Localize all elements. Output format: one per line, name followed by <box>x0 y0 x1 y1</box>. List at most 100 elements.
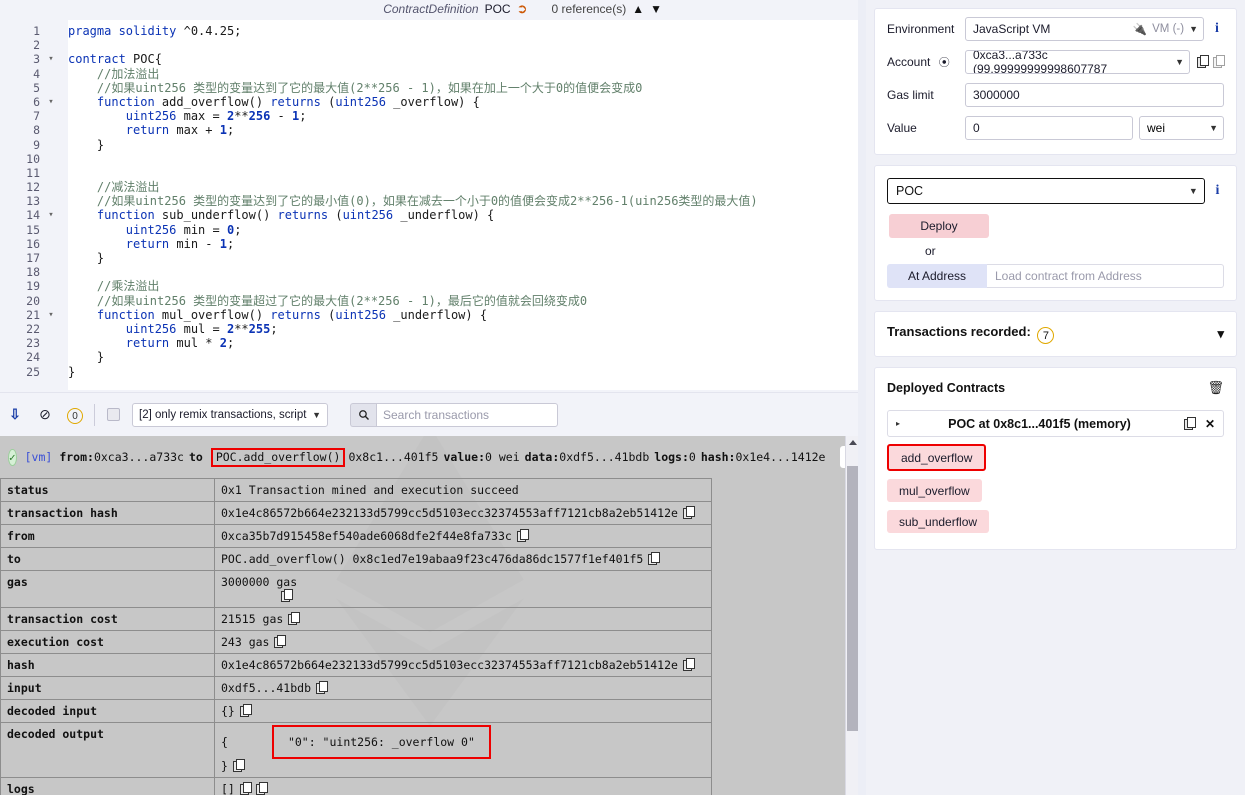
at-address-button[interactable]: At Address <box>887 264 987 288</box>
line-number: 16 <box>26 236 40 251</box>
code-line[interactable]: 14 ▾ function sub_underflow() returns (ui… <box>0 208 858 222</box>
no-entry-clear-icon[interactable]: ⊘ <box>30 406 60 423</box>
copy-icon[interactable] <box>1183 416 1196 430</box>
code-token: //乘法溢出 <box>68 279 160 294</box>
run-and-deploy-panel: Environment JavaScript VM 🔌 VM (-) ▼ i A… <box>866 0 1245 795</box>
copy-icon[interactable] <box>516 529 529 542</box>
code-line[interactable]: 20 //如果uint256 类型的变量超过了它的最大值(2**256 - 1)… <box>0 294 858 308</box>
search-icon[interactable] <box>350 402 376 427</box>
code-line[interactable]: 9 } <box>0 138 858 152</box>
chevron-up-icon[interactable]: ▲ <box>632 2 644 16</box>
deployed-instance-row[interactable]: ▸ POC at 0x8c1...401f5 (memory) ✕ <box>887 410 1224 437</box>
trash-icon[interactable]: 🗑 <box>1207 380 1224 396</box>
code-line[interactable]: 2 <box>0 38 858 52</box>
fold-toggle-icon[interactable]: ▾ <box>46 208 56 222</box>
code-line[interactable]: 24 } <box>0 350 858 364</box>
tx-logs-value: 0 <box>688 450 696 464</box>
code-line[interactable]: 25} <box>0 365 858 379</box>
deploy-button[interactable]: Deploy <box>889 214 989 238</box>
listen-network-checkbox[interactable] <box>107 408 120 421</box>
code-line[interactable]: 12 //减法溢出 <box>0 180 858 194</box>
function-button-sub-underflow[interactable]: sub_underflow <box>887 510 990 533</box>
code-line[interactable]: 5 //如果uint256 类型的变量达到了它的最大值(2**256 - 1)，… <box>0 81 858 95</box>
transaction-filter-select[interactable]: [2] only remix transactions, script ▼ <box>132 402 328 427</box>
signature-icon[interactable] <box>1213 55 1225 68</box>
info-icon[interactable]: i <box>1210 21 1224 37</box>
code-line[interactable]: 8 return max + 1; <box>0 123 858 137</box>
copy-icon[interactable] <box>316 681 329 694</box>
environment-value: JavaScript VM <box>973 22 1051 36</box>
tx-from-value: 0xca3...a733c <box>93 450 184 464</box>
detail-text: 0x1e4c86572b664e232133d5799cc5d5103ecc32… <box>221 506 678 520</box>
copy-icon[interactable] <box>239 704 252 717</box>
code-line[interactable]: 7 uint256 max = 2**256 - 1; <box>0 109 858 123</box>
code-token: function <box>68 94 162 109</box>
code-line[interactable]: 22 uint256 mul = 2**255; <box>0 322 858 336</box>
copy-icon[interactable] <box>648 552 661 565</box>
code-line[interactable]: 19 //乘法溢出 <box>0 279 858 293</box>
terminal-scrollbar[interactable] <box>845 436 858 795</box>
function-button-add-overflow[interactable]: add_overflow <box>887 444 987 471</box>
transaction-summary-row[interactable]: ✓ [vm] from:0xca3...a733c to POC.add_ove… <box>0 441 858 473</box>
code-line[interactable]: 4 //加法溢出 <box>0 67 858 81</box>
code-token: ; <box>270 321 278 336</box>
code-line[interactable]: 18 <box>0 265 858 279</box>
code-line[interactable]: 6 ▾ function add_overflow() returns (uint… <box>0 95 858 109</box>
copy-icon[interactable] <box>255 782 268 795</box>
copy-icon[interactable] <box>288 612 301 625</box>
fold-toggle-icon[interactable]: ▾ <box>46 52 56 66</box>
code-line[interactable]: 17 } <box>0 251 858 265</box>
code-line[interactable]: 10 <box>0 152 858 166</box>
line-code: function sub_underflow() returns (uint25… <box>68 208 494 222</box>
scroll-up-arrow-icon[interactable] <box>849 440 857 445</box>
copy-icon[interactable] <box>682 506 695 519</box>
code-line[interactable]: 1 pragma solidity ^0.4.25; <box>0 24 858 38</box>
pane-divider[interactable] <box>858 0 866 795</box>
line-code: pragma solidity ^0.4.25; <box>68 24 241 38</box>
code-token: max + <box>176 123 220 138</box>
info-icon[interactable]: i <box>1211 183 1224 199</box>
contract-select[interactable]: POC ▼ <box>887 178 1205 204</box>
close-icon[interactable]: ✕ <box>1205 417 1215 431</box>
code-line[interactable]: 21 ▾ function mul_overflow() returns (uin… <box>0 308 858 322</box>
code-token: POC{ <box>133 52 162 67</box>
copy-icon[interactable] <box>274 635 287 648</box>
search-transactions-input[interactable]: Search transactions <box>376 402 558 427</box>
copy-icon[interactable] <box>281 589 294 602</box>
copy-icon[interactable] <box>682 658 695 671</box>
account-select[interactable]: 0xca3...a733c (99.99999999998607787 ▼ <box>965 50 1190 74</box>
code-line[interactable]: 15 uint256 min = 0; <box>0 223 858 237</box>
chevron-down-icon[interactable]: ▾ <box>1217 326 1224 342</box>
code-token: ; <box>299 109 307 124</box>
copy-icon[interactable] <box>232 759 245 772</box>
detail-value: 0xdf5...41bdb <box>214 676 712 700</box>
function-button-mul-overflow[interactable]: mul_overflow <box>887 479 982 502</box>
code-editor[interactable]: 1 pragma solidity ^0.4.25; 2 3 ▾ contract POC… <box>0 20 858 390</box>
code-line[interactable]: 16 return min - 1; <box>0 237 858 251</box>
value-unit-select[interactable]: wei ▼ <box>1139 116 1224 140</box>
code-line[interactable]: 11 <box>0 166 858 180</box>
account-label-text: Account <box>887 55 931 69</box>
plus-circle-icon[interactable]: ⦿ <box>939 57 950 69</box>
arrow-redo-icon[interactable]: ➲ <box>517 1 528 17</box>
copy-icon[interactable] <box>239 782 252 795</box>
line-number: 11 <box>26 165 40 180</box>
double-chevron-down-icon[interactable]: ⇩ <box>0 406 30 423</box>
environment-select[interactable]: JavaScript VM 🔌 VM (-) ▼ <box>965 17 1204 41</box>
value-input[interactable]: 0 <box>965 116 1133 140</box>
chevron-down-icon[interactable]: ▼ <box>650 2 662 16</box>
at-address-input[interactable]: Load contract from Address <box>987 264 1224 288</box>
gas-limit-input[interactable]: 3000000 <box>965 83 1224 107</box>
fold-toggle-icon[interactable]: ▾ <box>46 308 56 322</box>
code-line[interactable]: 3 ▾ contract POC{ <box>0 52 858 66</box>
code-line[interactable]: 23 return mul * 2; <box>0 336 858 350</box>
deployed-contracts-header: Deployed Contracts 🗑 <box>887 380 1224 396</box>
transactions-recorded-card[interactable]: Transactions recorded: 7 ▾ <box>874 311 1237 357</box>
code-line[interactable]: 13 //如果uint256 类型的变量达到了它的最小值(0)，如果在减去一个小… <box>0 194 858 208</box>
detail-key: execution cost <box>0 630 215 654</box>
copy-icon[interactable] <box>1197 55 1209 68</box>
scrollbar-thumb[interactable] <box>847 466 858 731</box>
fold-toggle-icon[interactable]: ▾ <box>46 95 56 109</box>
